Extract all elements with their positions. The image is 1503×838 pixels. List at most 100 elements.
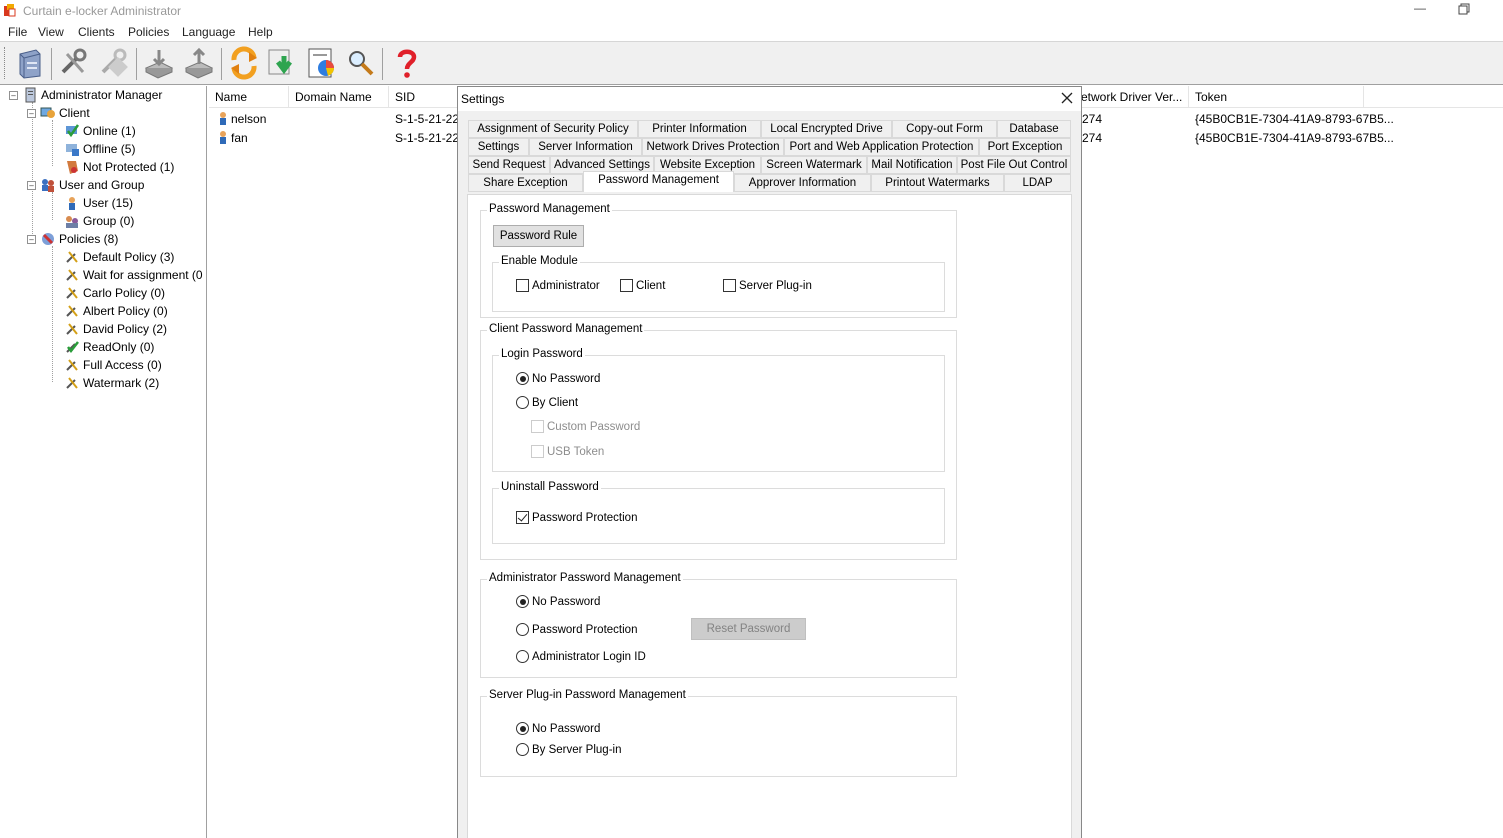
cell-driver: 274: [1082, 131, 1103, 145]
checkbox-box[interactable]: [723, 279, 736, 292]
checkbox-box[interactable]: [620, 279, 633, 292]
tree-item-policy[interactable]: Carlo Policy (0): [64, 284, 165, 302]
import-icon[interactable]: [142, 46, 176, 80]
menu-help[interactable]: Help: [248, 25, 273, 39]
radio-dot[interactable]: [516, 396, 529, 409]
tab-screen-watermark[interactable]: Screen Watermark: [761, 156, 867, 174]
collapse-icon[interactable]: –: [27, 180, 36, 190]
tree-item-policy[interactable]: Default Policy (3): [64, 248, 174, 266]
by-server-plugin-radio[interactable]: By Server Plug-in: [516, 743, 621, 756]
administrator-module-checkbox[interactable]: Administrator: [516, 279, 600, 292]
tab-database[interactable]: Database: [997, 120, 1071, 138]
radio-dot[interactable]: [516, 595, 529, 608]
tools-icon[interactable]: [57, 46, 91, 80]
reset-password-button[interactable]: Reset Password: [691, 618, 806, 640]
restore-button[interactable]: [1458, 3, 1470, 15]
tree-label: Not Protected (1): [83, 160, 175, 174]
menu-view[interactable]: View: [38, 25, 64, 39]
server-plugin-module-checkbox[interactable]: Server Plug-in: [723, 279, 812, 292]
tools-disabled-icon[interactable]: [97, 46, 131, 80]
tree-item-policy[interactable]: ReadOnly (0): [64, 338, 154, 356]
tree-item-online[interactable]: Online (1): [64, 122, 136, 140]
tab-ldap[interactable]: LDAP: [1004, 174, 1071, 192]
client-module-checkbox[interactable]: Client: [620, 279, 665, 292]
collapse-icon[interactable]: –: [27, 234, 36, 244]
admin-login-id-radio[interactable]: Administrator Login ID: [516, 650, 646, 663]
radio-dot[interactable]: [516, 722, 529, 735]
column-header-name[interactable]: Name: [209, 86, 289, 108]
tab-approver-information[interactable]: Approver Information: [734, 174, 871, 192]
server-no-password-radio[interactable]: No Password: [516, 722, 600, 735]
collapse-icon[interactable]: –: [27, 108, 36, 118]
tab-port-web-app-protection[interactable]: Port and Web Application Protection: [784, 138, 979, 156]
radio-dot[interactable]: [516, 650, 529, 663]
password-management-group: Password Management Password Rule Enable…: [480, 203, 957, 318]
search-icon[interactable]: [344, 46, 378, 80]
uninstall-password-protection-checkbox[interactable]: Password Protection: [516, 511, 637, 524]
tab-local-encrypted-drive[interactable]: Local Encrypted Drive: [761, 120, 892, 138]
report-icon[interactable]: [306, 46, 340, 80]
tab-server-information[interactable]: Server Information: [529, 138, 642, 156]
menu-clients[interactable]: Clients: [78, 25, 115, 39]
tab-mail-notification[interactable]: Mail Notification: [867, 156, 957, 174]
tree-item-user-and-group[interactable]: – User and Group: [27, 176, 144, 194]
tab-printout-watermarks[interactable]: Printout Watermarks: [871, 174, 1004, 192]
radio-dot[interactable]: [516, 372, 529, 385]
client-no-password-radio[interactable]: No Password: [516, 372, 600, 385]
tree-label: Offline (5): [83, 142, 136, 156]
checkbox-box[interactable]: [531, 445, 544, 458]
radio-dot[interactable]: [516, 623, 529, 636]
server-icon[interactable]: [12, 46, 46, 80]
tab-post-file-out-control[interactable]: Post File Out Control: [957, 156, 1071, 174]
column-header-domain[interactable]: Domain Name: [289, 86, 389, 108]
menu-policies[interactable]: Policies: [128, 25, 169, 39]
cell-sid: S-1-5-21-22: [395, 131, 460, 145]
tree-item-user[interactable]: User (15): [64, 194, 133, 212]
checkbox-box[interactable]: [516, 511, 529, 524]
tab-password-management[interactable]: Password Management: [583, 171, 734, 192]
tree-item-policy[interactable]: Full Access (0): [64, 356, 162, 374]
tab-send-request[interactable]: Send Request: [468, 156, 550, 174]
toolbar-grip[interactable]: [4, 47, 7, 79]
menu-language[interactable]: Language: [182, 25, 235, 39]
by-client-radio[interactable]: By Client: [516, 396, 578, 409]
tab-settings[interactable]: Settings: [468, 138, 529, 156]
tab-share-exception[interactable]: Share Exception: [468, 174, 583, 192]
collapse-icon[interactable]: –: [9, 90, 18, 100]
usb-token-checkbox[interactable]: USB Token: [531, 445, 604, 458]
tab-copy-out-form[interactable]: Copy-out Form: [892, 120, 997, 138]
column-header-network-driver[interactable]: etwork Driver Ver...: [1079, 86, 1189, 108]
policy-tools-icon: [66, 377, 78, 389]
tree-item-policy[interactable]: Wait for assignment (0: [64, 266, 203, 284]
refresh-icon[interactable]: [227, 46, 261, 80]
tab-network-drives-protection[interactable]: Network Drives Protection: [642, 138, 784, 156]
checkbox-box[interactable]: [516, 279, 529, 292]
download-icon[interactable]: [266, 46, 300, 80]
admin-no-password-radio[interactable]: No Password: [516, 595, 600, 608]
tree-item-client[interactable]: – Client: [27, 104, 90, 122]
tree-item-group[interactable]: Group (0): [64, 212, 134, 230]
tree-item-policies[interactable]: – Policies (8): [27, 230, 118, 248]
tab-port-exception[interactable]: Port Exception: [979, 138, 1071, 156]
tree-item-not-protected[interactable]: Not Protected (1): [64, 158, 174, 176]
tree-item-policy[interactable]: Albert Policy (0): [64, 302, 168, 320]
custom-password-checkbox[interactable]: Custom Password: [531, 420, 640, 433]
tree-item-policy[interactable]: David Policy (2): [64, 320, 167, 338]
password-rule-button[interactable]: Password Rule: [493, 225, 584, 247]
tree-item-policy[interactable]: Watermark (2): [64, 374, 159, 392]
close-icon[interactable]: [1059, 90, 1075, 106]
admin-password-protection-radio[interactable]: Password Protection: [516, 623, 637, 636]
client-computer-icon: [40, 107, 55, 118]
minimize-button[interactable]: —: [1414, 1, 1430, 17]
tab-printer-information[interactable]: Printer Information: [638, 120, 761, 138]
export-icon[interactable]: [182, 46, 216, 80]
column-header-token[interactable]: Token: [1189, 86, 1364, 108]
checkbox-box[interactable]: [531, 420, 544, 433]
help-icon[interactable]: [390, 46, 424, 80]
radio-dot[interactable]: [516, 743, 529, 756]
tree-item-offline[interactable]: Offline (5): [64, 140, 135, 158]
menu-file[interactable]: File: [8, 25, 27, 39]
policies-icon: [42, 233, 54, 245]
tab-assignment-security-policy[interactable]: Assignment of Security Policy: [468, 120, 638, 138]
tree-item-administrator-manager[interactable]: – Administrator Manager: [9, 86, 162, 104]
